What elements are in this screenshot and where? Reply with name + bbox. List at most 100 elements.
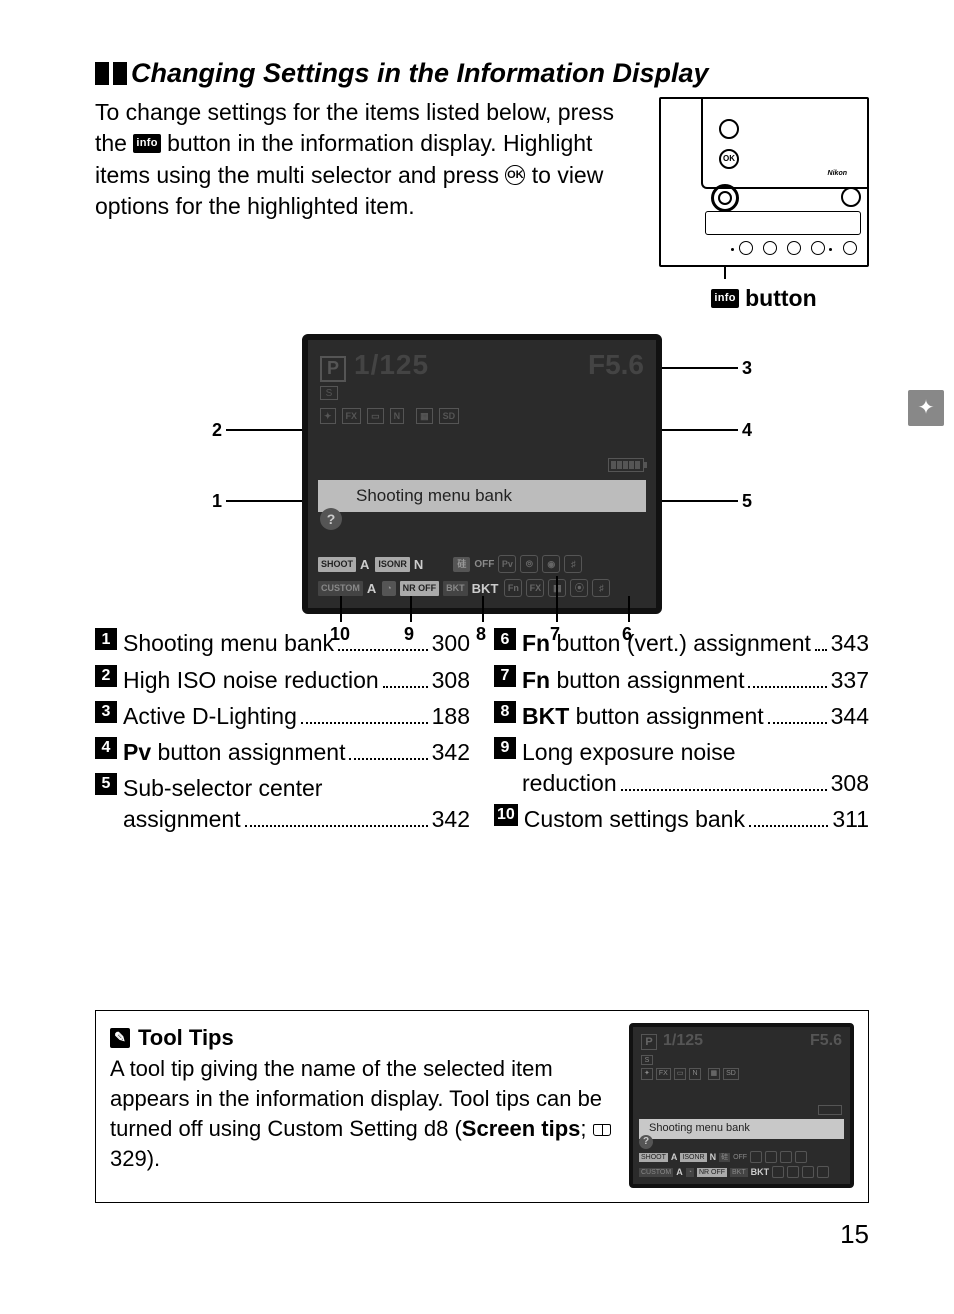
legend-item: 7 Fn button assignment 337	[494, 665, 869, 696]
legend-number: 4	[95, 737, 117, 759]
legend-label: Active D-Lighting	[123, 701, 297, 732]
fx-chip: FX	[342, 408, 362, 424]
margin-tab-icon: ✦	[908, 390, 944, 426]
shoot-tag: SHOOT	[318, 557, 356, 571]
aperture: F5.6	[588, 346, 644, 384]
mini-mode: P	[641, 1034, 657, 1050]
legend-item: 4 Pv button assignment 342	[95, 737, 470, 768]
tip-page: 329	[110, 1146, 147, 1171]
callout-1: 1	[212, 489, 222, 513]
camera-info-button-icon	[711, 184, 739, 212]
legend-item: 5 Sub-selector centerassignment 342	[95, 773, 470, 835]
bkt-val: BKT	[472, 580, 499, 598]
tip-title: Tool Tips	[138, 1023, 234, 1053]
mini-shutter: 1/125	[663, 1030, 703, 1052]
information-display-diagram: 3 2 4 1 5 P 1/125 F5.6 S	[212, 334, 752, 614]
iso-button-icon	[739, 241, 753, 255]
section-heading: Changing Settings in the Information Dis…	[95, 55, 869, 91]
intro-paragraph: To change settings for the items listed …	[95, 97, 641, 314]
legend-number: 6	[494, 628, 516, 650]
callout-4: 4	[742, 418, 752, 442]
legend-item: 2High ISO noise reduction308	[95, 665, 470, 696]
rec-slot-icon: ◉	[542, 555, 560, 573]
tooltip-bar: Shooting menu bank	[318, 480, 646, 512]
legend-number: 1	[95, 628, 117, 650]
legend-label: Shooting menu bank	[123, 628, 334, 659]
custom-bank: A	[367, 580, 376, 598]
legend-item: 3Active D-Lighting188	[95, 701, 470, 732]
release-mode: S	[320, 386, 338, 400]
heading-text: Changing Settings in the Information Dis…	[131, 55, 709, 91]
legend-label: assignment	[123, 804, 241, 835]
slot-icon: ⦾	[520, 555, 538, 573]
mini-battery-icon	[818, 1105, 842, 1115]
info-display-screenshot: P 1/125 F5.6 S ✦ FX ▭ N ▦ SD Shooting	[302, 334, 662, 614]
sd-chip-icon: ▦	[416, 408, 433, 424]
shutter-speed: 1/125	[354, 346, 429, 384]
legend-label: Long exposure noise	[522, 737, 736, 768]
heading-block-icon	[113, 62, 127, 85]
legend-label: Custom settings bank	[524, 804, 745, 835]
legend-page: 188	[432, 701, 470, 732]
book-icon	[593, 1124, 611, 1136]
legend-label: Fn button assignment	[522, 665, 744, 696]
legend-number: 10	[494, 804, 518, 826]
legend-label: Pv button assignment	[123, 737, 345, 768]
nroff-tag: NR OFF	[400, 581, 440, 595]
legend-page: 308	[831, 768, 869, 799]
fx-slot-icon: FX	[526, 579, 544, 597]
camera-side-button-icon	[841, 187, 861, 207]
adl-icon: 硅	[453, 557, 470, 571]
legend-number: 2	[95, 665, 117, 687]
mode-indicator: P	[320, 356, 346, 382]
legend-page: 344	[831, 701, 869, 732]
ofn-slot-icon: ⦿	[570, 579, 588, 597]
legend-page: 342	[432, 804, 470, 835]
callout-5: 5	[742, 489, 752, 513]
tip-body-3: ).	[147, 1146, 160, 1171]
ael-slot-icon: ♯	[564, 555, 582, 573]
mini-tooltip: Shooting menu bank	[639, 1119, 844, 1139]
callout-10: 10	[330, 622, 350, 646]
legend-page: 300	[432, 628, 470, 659]
camera-back-illustration: OK Nikon	[659, 97, 869, 267]
legend-page: 343	[831, 628, 869, 659]
callout-3: 3	[742, 356, 752, 380]
ael2-slot-icon: ♯	[592, 579, 610, 597]
n-chip: N	[390, 408, 405, 424]
legend-number: 7	[494, 665, 516, 687]
fn-slot-icon: Fn	[504, 579, 522, 597]
legend-page: 337	[831, 665, 869, 696]
qual-button-icon	[763, 241, 777, 255]
isonr-val: N	[414, 556, 423, 574]
wb-button-icon	[787, 241, 801, 255]
legend-number: 9	[494, 737, 516, 759]
sd-chip: SD	[439, 408, 460, 424]
battery-icon	[608, 458, 644, 472]
tip-bold: Screen tips	[462, 1116, 581, 1141]
area-chip-icon: ▭	[367, 408, 384, 424]
help-icon: ?	[320, 508, 342, 530]
ok-button-icon: OK	[505, 166, 525, 186]
isonr-tag: ISONR	[375, 557, 410, 571]
custom-tag: CUSTOM	[318, 581, 363, 595]
legend-label: Sub-selector center	[123, 773, 322, 804]
tool-tips-box: ✎ Tool Tips A tool tip giving the name o…	[95, 1010, 869, 1203]
mini-s: S	[641, 1055, 653, 1065]
legend-page: 342	[432, 737, 470, 768]
legend-page: 311	[832, 804, 869, 835]
legend-item: 9Long exposure noisereduction308	[494, 737, 869, 799]
button-icon	[811, 241, 825, 255]
legend-label: BKT button assignment	[522, 701, 764, 732]
info-button-icon: info	[711, 291, 738, 310]
legend-number: 5	[95, 773, 117, 795]
legend-item: 8BKT button assignment344	[494, 701, 869, 732]
mini-info-display: P 1/125 F5.6 S ✦FX ▭N ▦SD Shooting menu …	[629, 1023, 854, 1188]
tip-body-2: ;	[580, 1116, 592, 1141]
camera-brand-label: Nikon	[828, 169, 847, 178]
camera-caption-text: button	[745, 285, 817, 311]
legend-item: 10 Custom settings bank 311	[494, 804, 869, 835]
callout-7: 7	[550, 622, 560, 646]
mini-aperture: F5.6	[810, 1030, 842, 1052]
pencil-icon: ✎	[110, 1028, 130, 1048]
